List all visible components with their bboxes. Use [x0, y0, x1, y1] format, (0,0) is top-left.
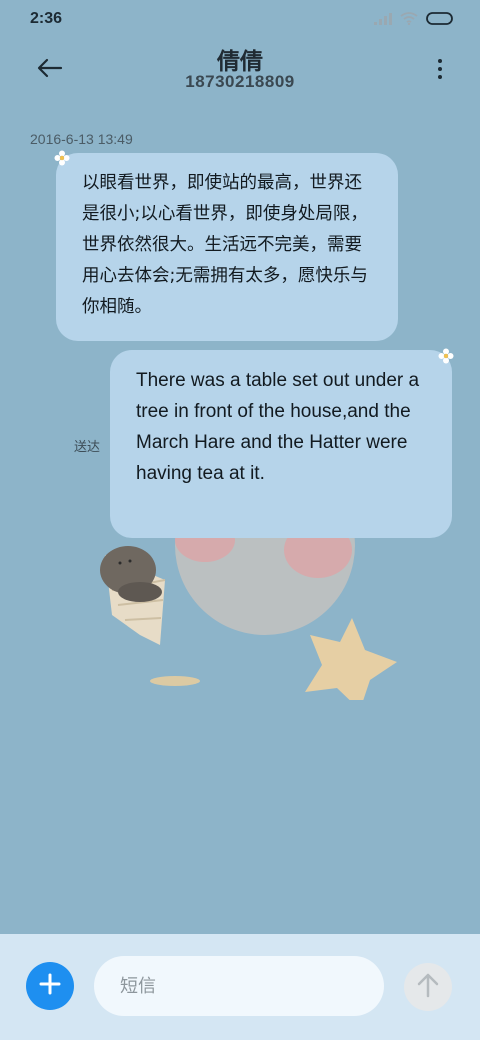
signal-icon — [374, 12, 392, 25]
send-button[interactable] — [404, 963, 452, 1011]
status-icons — [374, 12, 454, 25]
message-text: There was a table set out under a tree i… — [136, 370, 420, 484]
message-input[interactable] — [94, 956, 384, 1016]
message-bubble-incoming[interactable]: 以眼看世界，即使站的最高，世界还是很小;以心看世界，即使身处局限，世界依然很大。… — [56, 153, 398, 341]
more-vertical-icon — [438, 59, 442, 79]
battery-icon — [426, 12, 454, 25]
status-time: 2:36 — [30, 10, 63, 27]
plus-icon — [39, 973, 61, 999]
arrow-up-icon — [416, 972, 440, 1002]
status-bar: 2:36 — [0, 0, 480, 36]
contact-name: 倩倩 — [217, 49, 263, 75]
flower-icon — [438, 348, 454, 368]
flower-icon — [54, 150, 70, 170]
conversation-header: 倩倩 18730218809 — [0, 36, 480, 106]
conversation-timestamp: 2016-6-13 13:49 — [30, 131, 133, 147]
message-bubble-outgoing[interactable]: There was a table set out under a tree i… — [110, 350, 452, 538]
more-options-button[interactable] — [430, 54, 450, 84]
wifi-icon — [400, 12, 418, 25]
compose-bar — [0, 934, 480, 1040]
message-text: 以眼看世界，即使站的最高，世界还是很小;以心看世界，即使身处局限，世界依然很大。… — [82, 173, 368, 317]
delivery-status: 送达 — [74, 440, 101, 455]
contact-number: 18730218809 — [185, 72, 295, 91]
add-attachment-button[interactable] — [26, 962, 74, 1010]
